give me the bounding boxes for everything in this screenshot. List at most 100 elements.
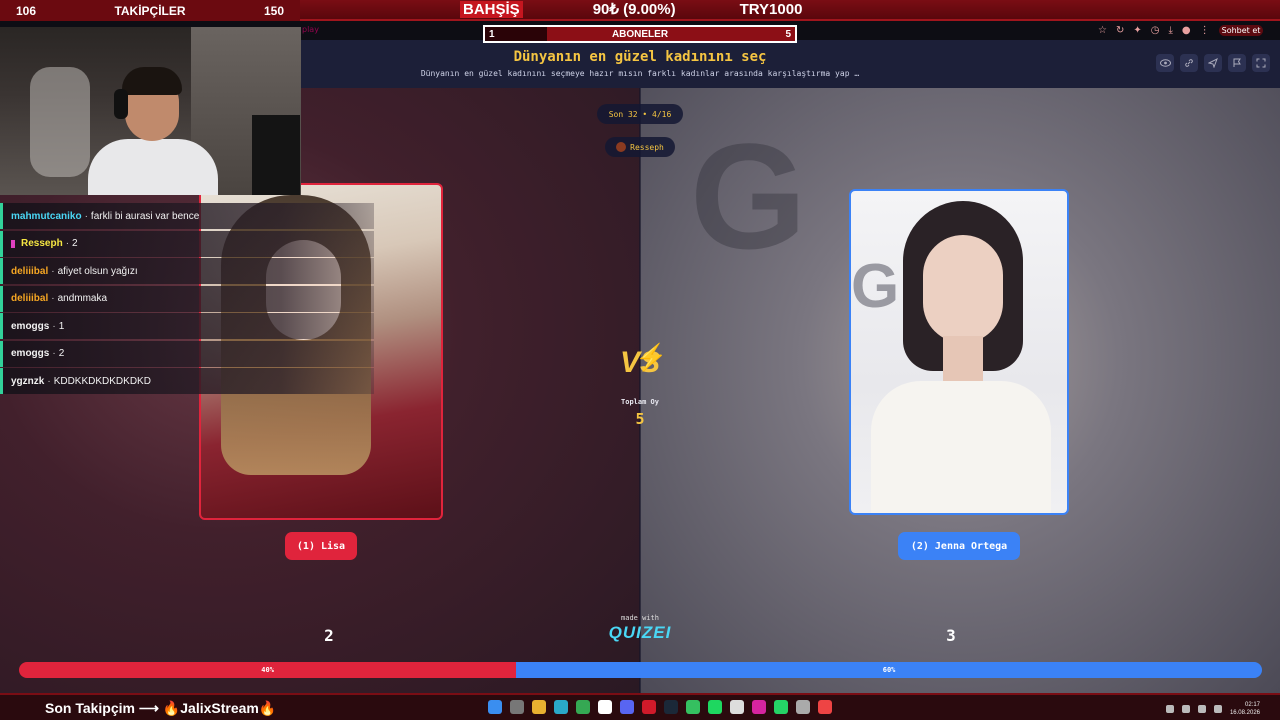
background-logo: G [690,112,807,280]
last-follower-ticker: Son Takipçim ⟶ 🔥JalixStream🔥 [45,700,277,716]
subscriber-current: 1 [489,28,495,40]
subscriber-goal: 1 ABONELER 5 [483,25,797,43]
round-badge: Son 32 • 4/16 [597,104,683,124]
chat-text: andmmaka [57,293,108,304]
download-icon[interactable]: ⤓ [1168,25,1172,36]
menu-icon[interactable]: ⋮ [1200,25,1210,36]
app-icon[interactable] [598,700,612,714]
choose-left-button[interactable]: (1) Lisa [285,532,357,560]
chat-username[interactable]: Resseph [21,238,63,249]
donation-goal: BAHŞİŞ 90₺ (9.00%) TRY1000 [460,0,802,18]
chat-text: 2 [72,238,78,249]
chat-message: emoggs · 2 [0,340,374,367]
total-votes-label: Toplam Oy [621,398,659,406]
followers-label: TAKİPÇİLER [114,3,186,18]
refresh-icon[interactable]: ↻ [1116,25,1124,36]
settings-icon[interactable] [796,700,810,714]
flag-icon[interactable] [1228,54,1246,72]
followers-goal: 150 [263,3,285,18]
donation-label: BAHŞİŞ [460,0,523,18]
chat-username[interactable]: emoggs [11,321,49,332]
chat-separator: · [51,293,55,304]
donation-amount: 90₺ (9.00%) [592,1,676,18]
option-card-right[interactable]: G [849,189,1069,515]
chat-text: farkli bi aurasi var bence [90,210,200,222]
voter-name: Resseph [630,142,664,152]
app-icon[interactable] [818,700,832,714]
fullscreen-icon[interactable] [1252,54,1270,72]
chat-text: 2 [58,348,65,359]
mic-icon[interactable] [1181,705,1190,713]
folder-icon[interactable] [532,700,546,714]
choose-right-button[interactable]: (2) Jenna Ortega [898,532,1020,560]
chat-username[interactable]: emoggs [11,348,49,359]
chat-message: deliiibal · afiyet olsun yağızı [0,258,374,284]
donation-target: TRY1000 [739,0,803,18]
portrait-neck [943,336,983,386]
chat-separator: · [84,210,88,222]
spotify-icon[interactable] [708,700,722,714]
chat-text: afiyet olsun yağızı [57,265,138,277]
left-vote-share: 40% [19,662,517,678]
edge-icon[interactable] [554,700,568,714]
send-icon[interactable] [1204,54,1222,72]
stream-bottom-bar: Son Takipçim ⟶ 🔥JalixStream🔥 02:17 16.08… [0,693,1280,720]
windows-start-icon[interactable] [488,700,502,714]
avatar [616,142,627,152]
chat-separator: · [51,265,55,277]
made-with-label: made with [621,614,659,622]
network-icon[interactable] [1197,705,1206,713]
webcam-monitor [252,115,300,195]
chat-text: KDDKKDKDKDKDKD [53,375,151,387]
header-actions [1156,54,1270,72]
portrait-face [923,235,1003,343]
app-icon[interactable] [576,700,590,714]
subscriber-goal-value: 5 [785,28,791,40]
brand-logo[interactable]: QUIZEI [604,623,676,643]
chat-username[interactable]: deliiibal [11,266,48,277]
instagram-icon[interactable] [752,700,766,714]
app-icon[interactable] [730,700,744,714]
followers-current: 106 [15,3,37,18]
chat-username[interactable]: ygznzk [11,376,44,387]
extension-icon[interactable]: ✦ [1133,25,1141,36]
discord-icon[interactable] [620,700,634,714]
app-icon[interactable] [642,700,656,714]
app-icon[interactable] [686,700,700,714]
chat-button[interactable]: Sohbet et [1218,24,1264,36]
star-icon[interactable]: ☆ [1098,25,1107,36]
clock-time: 02:17 [1244,702,1260,708]
headset [114,89,128,119]
system-tray: 02:17 16.08.2026 [1165,701,1260,717]
link-icon[interactable] [1180,54,1198,72]
chat-separator: · [52,348,56,359]
chat-username[interactable]: mahmutcaniko [11,211,82,222]
sub-badge-icon [11,239,15,248]
chevron-up-icon[interactable] [1165,705,1174,713]
system-clock[interactable]: 02:17 16.08.2026 [1230,701,1260,717]
portrait-coat [871,381,1051,513]
chat-username[interactable]: deliiibal [11,293,48,304]
eye-icon[interactable] [1156,54,1174,72]
volume-icon[interactable] [1213,705,1222,713]
chat-text: 1 [58,320,65,332]
streamer-hair [122,67,182,95]
webcam-chair [30,67,90,177]
right-vote-count: 3 [946,626,956,645]
lightning-icon: ⚡ [635,342,668,372]
subscriber-label: ABONELER [611,28,669,40]
profile-icon[interactable]: ● [1182,25,1191,36]
chat-separator: · [47,375,51,387]
chat-message: ygznzk · KDDKKDKDKDKDKD [0,368,374,394]
chat-message: mahmutcaniko · farkli bi aurasi var bence [0,203,374,229]
chat-overlay: mahmutcaniko · farkli bi aurasi var bence R… [0,203,374,396]
vote-progress-bar: 40% 60% [19,662,1262,678]
whatsapp-icon[interactable] [774,700,788,714]
total-votes-value: 5 [635,410,645,428]
history-icon[interactable]: ◷ [1151,25,1160,36]
streamer-body [88,139,218,195]
chat-separator: · [65,238,70,249]
left-vote-count: 2 [324,626,334,645]
steam-icon[interactable] [664,700,678,714]
search-icon[interactable] [510,700,524,714]
